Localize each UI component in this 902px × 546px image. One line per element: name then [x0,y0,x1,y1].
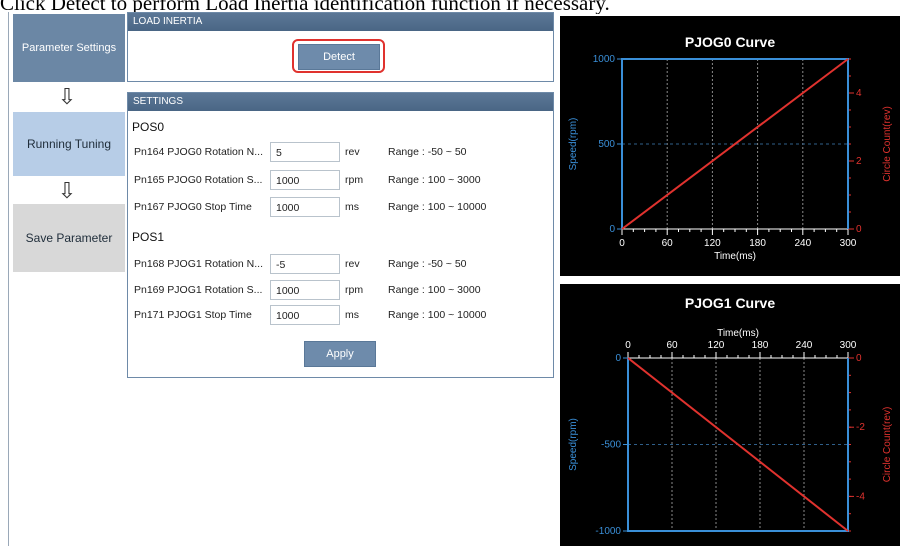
param-row: Pn169 PJOG1 Rotation S... 1000 rpm Range… [134,279,481,301]
param-range: Range : 100 ~ 10000 [388,309,487,321]
param-input[interactable]: -5 [270,254,340,274]
param-unit: rpm [345,284,364,296]
step-parameter-settings[interactable]: Parameter Settings [13,14,125,82]
x-tick-label: 240 [794,238,811,249]
pjog0-chart-svg: PJOG0 Curve0 60 120 180 240 300Time(ms)050010… [568,34,893,262]
step-save-parameter[interactable]: Save Parameter [13,204,125,272]
arrow-down-icon: ⇩ [57,84,77,109]
x-tick-label: 0 [625,340,631,351]
chart-title: PJOG0 Curve [685,34,775,50]
param-input[interactable]: 1000 [270,197,340,217]
y-right-tick-label: -4 [856,491,865,502]
param-input[interactable]: 5 [270,142,340,162]
y-left-axis-label: Speed(rpm) [568,418,579,471]
x-tick-label: 180 [749,238,766,249]
step-running-tuning[interactable]: Running Tuning [13,112,125,176]
x-tick-label: 180 [752,340,769,351]
param-row: Pn168 PJOG1 Rotation N... -5 rev Range :… [134,253,467,275]
wizard-app: Parameter Settings ⇩ Running Tuning ⇩ Sa… [8,12,555,546]
param-range: Range : 100 ~ 3000 [388,284,481,296]
param-row: Pn167 PJOG0 Stop Time 1000 ms Range : 10… [134,196,486,218]
y-right-axis-label: Circle Count(rev) [882,106,893,182]
x-tick-label: 60 [662,238,674,249]
param-range: Range : -50 ~ 50 [388,258,467,270]
y-left-tick-label: 0 [609,224,615,235]
param-unit: rev [345,146,360,158]
pos1-title: POS1 [132,230,165,244]
param-range: Range : 100 ~ 10000 [388,201,487,213]
settings-title: SETTINGS [128,93,553,111]
param-unit: rpm [345,174,364,186]
y-left-tick-label: -500 [601,440,621,451]
x-tick-label: 0 [619,238,625,249]
y-right-tick-label: 4 [856,88,862,99]
y-right-tick-label: 0 [856,224,862,235]
y-left-tick-label: 1000 [593,54,616,65]
load-inertia-panel: LOAD INERTIA Detect [127,12,554,82]
param-range: Range : 100 ~ 3000 [388,174,481,186]
param-unit: ms [345,201,359,213]
x-tick-label: 300 [840,340,857,351]
x-tick-label: 120 [704,238,721,249]
apply-button[interactable]: Apply [304,341,376,367]
y-right-tick-label: 2 [856,156,862,167]
pos0-title: POS0 [132,120,165,134]
x-tick-label: 300 [840,238,857,249]
x-axis-label: Time(ms) [714,251,756,262]
y-left-tick-label: 0 [615,353,621,364]
pjog0-chart: PJOG0 Curve 0 60 120 180 240 300 Time(ms) 0 500 10… [560,16,900,276]
load-inertia-title: LOAD INERTIA [128,13,553,31]
param-input[interactable]: 1000 [270,305,340,325]
y-left-axis-label: Speed(rpm) [568,118,579,171]
param-label: Pn167 PJOG0 Stop Time [134,201,252,213]
param-label: Pn164 PJOG0 Rotation N... [134,146,263,158]
chart-title: PJOG1 Curve [685,295,775,311]
y-right-tick-label: -2 [856,422,865,433]
param-row: Pn164 PJOG0 Rotation N... 5 rev Range : … [134,141,467,163]
param-input[interactable]: 1000 [270,280,340,300]
pjog1-chart-svg: PJOG1 Curve 0 60 120 180 240 300 Time(ms) 0 -500 -… [568,295,893,537]
detect-button[interactable]: Detect [298,44,380,70]
param-input[interactable]: 1000 [270,170,340,190]
param-label: Pn171 PJOG1 Stop Time [134,309,252,321]
param-range: Range : -50 ~ 50 [388,146,467,158]
x-axis-label: Time(ms) [717,328,759,339]
x-tick-label: 60 [666,340,678,351]
x-tick-label: 240 [796,340,813,351]
param-label: Pn168 PJOG1 Rotation N... [134,258,263,270]
x-tick-label: 120 [708,340,725,351]
y-left-tick-label: 500 [598,139,615,150]
arrow-down-icon: ⇩ [57,178,77,203]
y-left-tick-label: -1000 [595,526,621,537]
param-label: Pn169 PJOG1 Rotation S... [134,284,263,296]
param-label: Pn165 PJOG0 Rotation S... [134,174,263,186]
param-row: Pn165 PJOG0 Rotation S... 1000 rpm Range… [134,169,481,191]
param-row: Pn171 PJOG1 Stop Time 1000 ms Range : 10… [134,304,486,326]
y-right-tick-label: 0 [856,353,862,364]
settings-panel: SETTINGS POS0 Pn164 PJOG0 Rotation N... … [127,92,554,378]
y-right-axis-label: Circle Count(rev) [882,407,893,483]
param-unit: rev [345,258,360,270]
param-unit: ms [345,309,359,321]
pjog1-chart: PJOG1 Curve 0 60 120 180 240 300 Time(ms) 0 -500 -… [560,284,900,546]
